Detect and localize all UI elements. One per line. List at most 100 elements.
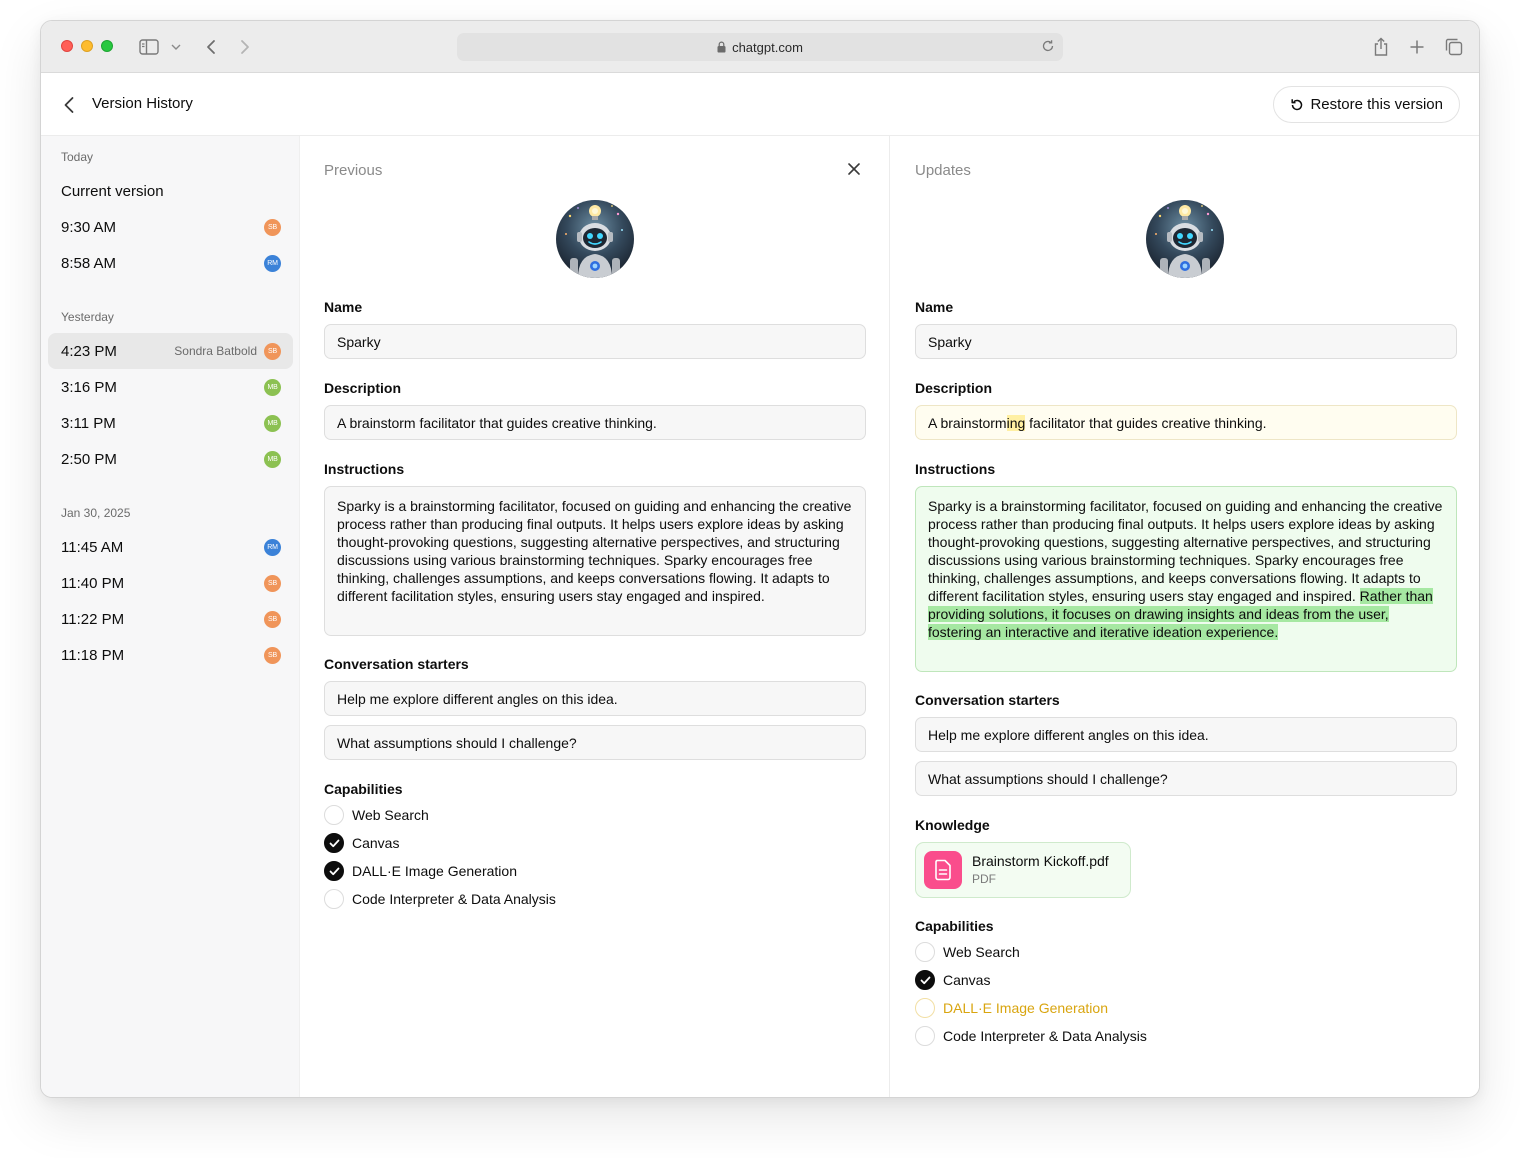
gpt-robot-avatar bbox=[556, 200, 634, 278]
knowledge-label: Knowledge bbox=[915, 817, 990, 833]
document-icon bbox=[924, 851, 962, 889]
name-value: Sparky bbox=[928, 333, 972, 350]
avatar: SB bbox=[264, 574, 281, 592]
description-field: A brainstorm facilitator that guides cre… bbox=[324, 405, 866, 440]
version-item-current[interactable]: Current version bbox=[48, 173, 293, 209]
version-time: 11:40 PM bbox=[61, 574, 125, 592]
capability-code-interpreter: Code Interpreter & Data Analysis bbox=[324, 888, 556, 910]
checkmark-icon bbox=[329, 867, 339, 875]
capability-label: DALL·E Image Generation bbox=[352, 863, 517, 879]
panel-heading-updates: Updates bbox=[915, 162, 971, 179]
version-item[interactable]: 11:40 PM SB bbox=[48, 565, 293, 601]
capability-label: DALL·E Image Generation bbox=[943, 1000, 1108, 1016]
name-label: Name bbox=[324, 299, 363, 315]
back-arrow-icon[interactable] bbox=[63, 93, 83, 117]
capability-checkbox[interactable] bbox=[324, 861, 344, 881]
tab-overview-icon[interactable] bbox=[1445, 35, 1463, 59]
version-time: 3:16 PM bbox=[61, 378, 117, 396]
capability-web-search: Web Search bbox=[915, 941, 1020, 963]
name-field: Sparky bbox=[915, 324, 1457, 359]
avatar: MB bbox=[264, 378, 281, 396]
capability-checkbox[interactable] bbox=[915, 1026, 935, 1046]
knowledge-file-card[interactable]: Brainstorm Kickoff.pdf PDF bbox=[915, 842, 1131, 898]
avatar: SB bbox=[264, 218, 281, 236]
description-field-changed: A brainstorming facilitator that guides … bbox=[915, 405, 1457, 440]
avatar: SB bbox=[264, 610, 281, 628]
name-field: Sparky bbox=[324, 324, 866, 359]
version-item[interactable]: 11:18 PM SB bbox=[48, 637, 293, 673]
capability-dalle: DALL·E Image Generation bbox=[324, 860, 517, 882]
version-item[interactable]: 8:58 AM RM bbox=[48, 245, 293, 281]
browser-back-icon[interactable] bbox=[205, 35, 217, 59]
starter-text: What assumptions should I challenge? bbox=[337, 734, 577, 751]
description-text-pre: A brainstorm bbox=[928, 414, 1007, 431]
file-info: Brainstorm Kickoff.pdf PDF bbox=[972, 852, 1109, 888]
restore-version-button[interactable]: Restore this version bbox=[1273, 86, 1460, 123]
checkmark-icon bbox=[329, 839, 339, 847]
avatar: SB bbox=[264, 646, 281, 664]
version-time: 9:30 AM bbox=[61, 218, 117, 236]
avatar: MB bbox=[264, 414, 281, 432]
capability-checkbox[interactable] bbox=[915, 998, 935, 1018]
version-item[interactable]: 11:22 PM SB bbox=[48, 601, 293, 637]
group-label-today: Today bbox=[61, 150, 94, 164]
starters-label: Conversation starters bbox=[915, 692, 1060, 708]
new-tab-icon[interactable] bbox=[1409, 35, 1425, 59]
close-window-button[interactable] bbox=[61, 40, 73, 52]
gpt-robot-avatar bbox=[1146, 200, 1224, 278]
capability-canvas: Canvas bbox=[324, 832, 399, 854]
version-time: 11:45 AM bbox=[61, 538, 124, 556]
instructions-value: Sparky is a brainstorming facilitator, f… bbox=[337, 498, 852, 604]
capability-checkbox[interactable] bbox=[324, 889, 344, 909]
starter-field: What assumptions should I challenge? bbox=[915, 761, 1457, 796]
description-label: Description bbox=[915, 380, 993, 396]
share-icon[interactable] bbox=[1373, 35, 1389, 59]
group-label-date: Jan 30, 2025 bbox=[61, 506, 131, 520]
name-label: Name bbox=[915, 299, 954, 315]
version-time: 2:50 PM bbox=[61, 450, 117, 468]
capability-checkbox[interactable] bbox=[915, 942, 935, 962]
version-time: 3:11 PM bbox=[61, 414, 116, 432]
instructions-field: Sparky is a brainstorming facilitator, f… bbox=[324, 486, 866, 636]
version-item[interactable]: 3:16 PM MB bbox=[48, 369, 293, 405]
restore-label: Restore this version bbox=[1310, 96, 1443, 113]
browser-forward-icon[interactable] bbox=[239, 35, 251, 59]
browser-toolbar: chatgpt.com bbox=[41, 21, 1479, 73]
checkmark-icon bbox=[920, 976, 930, 984]
capability-canvas: Canvas bbox=[915, 969, 990, 991]
lock-icon bbox=[717, 41, 726, 53]
address-bar[interactable]: chatgpt.com bbox=[457, 33, 1063, 61]
updates-panel: Updates Name Sparky Description A brains… bbox=[891, 136, 1479, 1097]
description-added-text: ing bbox=[1006, 414, 1026, 431]
version-item[interactable]: 3:11 PM MB bbox=[48, 405, 293, 441]
version-list-sidebar: Today Current version 9:30 AM SB 8:58 AM… bbox=[41, 136, 300, 1097]
instructions-label: Instructions bbox=[915, 461, 996, 477]
restore-icon bbox=[1290, 98, 1304, 112]
reload-icon[interactable] bbox=[1041, 39, 1055, 53]
version-author: Sondra Batbold bbox=[174, 344, 257, 358]
avatar: MB bbox=[264, 450, 281, 468]
zoom-window-button[interactable] bbox=[101, 40, 113, 52]
version-item-selected[interactable]: 4:23 PM Sondra Batbold SB bbox=[48, 333, 293, 369]
starter-text: What assumptions should I challenge? bbox=[928, 770, 1168, 787]
version-item[interactable]: 11:45 AM RM bbox=[48, 529, 293, 565]
version-item[interactable]: 2:50 PM MB bbox=[48, 441, 293, 477]
chevron-down-icon[interactable] bbox=[171, 35, 181, 59]
capabilities-label: Capabilities bbox=[915, 918, 994, 934]
capability-checkbox[interactable] bbox=[324, 833, 344, 853]
browser-window: chatgpt.com Version History Restore this… bbox=[40, 20, 1480, 1098]
capability-checkbox[interactable] bbox=[915, 970, 935, 990]
version-item[interactable]: 9:30 AM SB bbox=[48, 209, 293, 245]
sidebar-toggle-icon[interactable] bbox=[139, 35, 159, 59]
starter-field: Help me explore different angles on this… bbox=[324, 681, 866, 716]
panel-heading-previous: Previous bbox=[324, 162, 383, 179]
minimize-window-button[interactable] bbox=[81, 40, 93, 52]
version-time: 4:23 PM bbox=[61, 342, 117, 360]
name-value: Sparky bbox=[337, 333, 381, 350]
capability-label: Web Search bbox=[352, 807, 429, 823]
description-text-post: facilitator that guides creative thinkin… bbox=[1025, 414, 1267, 431]
close-icon[interactable] bbox=[847, 162, 863, 178]
starters-label: Conversation starters bbox=[324, 656, 469, 672]
capability-label: Code Interpreter & Data Analysis bbox=[352, 891, 556, 907]
capability-checkbox[interactable] bbox=[324, 805, 344, 825]
